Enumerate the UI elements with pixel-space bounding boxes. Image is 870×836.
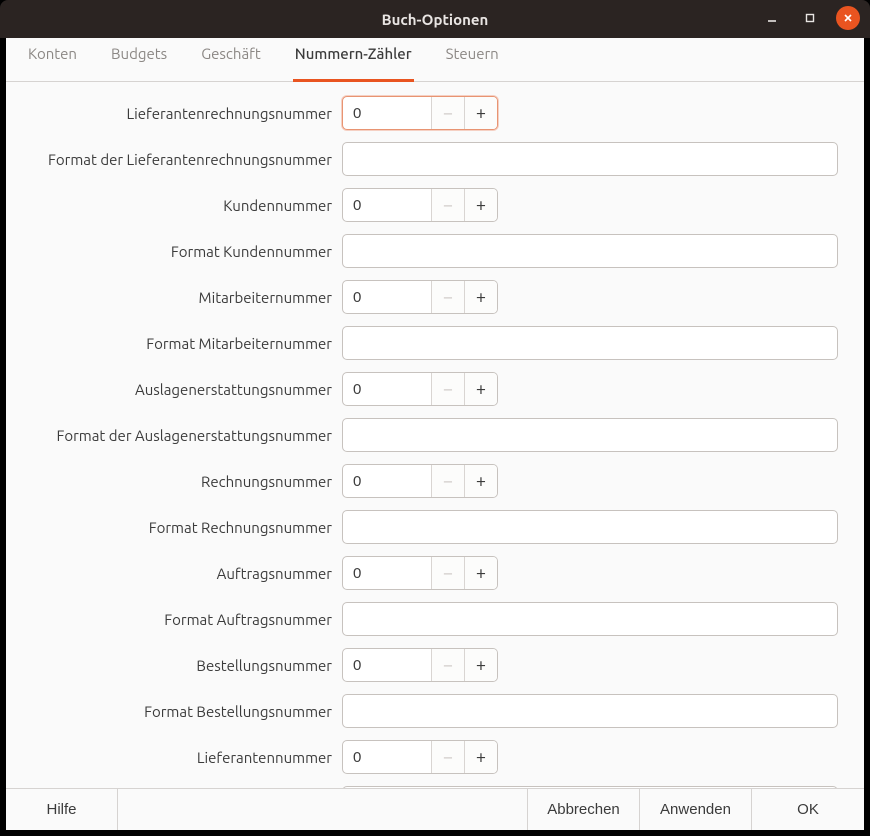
invoice_number-input[interactable]: [343, 465, 431, 497]
vendor_bill_number-increment-button[interactable]: +: [464, 97, 497, 129]
help-button[interactable]: Hilfe: [6, 789, 118, 830]
customer_number-increment-button[interactable]: +: [464, 189, 497, 221]
invoice_number_format-input[interactable]: [342, 510, 838, 544]
order_number-spinbox[interactable]: −+: [342, 648, 498, 682]
order_number-decrement-button[interactable]: −: [431, 649, 464, 681]
tab-content: Lieferantenrechnungsnummer−+Format der L…: [6, 82, 864, 788]
ok-button[interactable]: OK: [752, 789, 864, 830]
window-close-button[interactable]: [836, 6, 860, 30]
customer_number_format-label: Format Kundennummer: [32, 243, 332, 260]
dialog-window: Buch-Optionen Konten Budgets Geschäft Numme…: [0, 0, 870, 836]
window-maximize-button[interactable]: [798, 6, 822, 30]
client-area: Konten Budgets Geschäft Nummern-Zähler Steue…: [6, 38, 864, 830]
job_number_format-label: Format Auftragsnummer: [32, 611, 332, 628]
window-controls: [760, 6, 860, 30]
order_number_format-label: Format Bestellungsnummer: [32, 703, 332, 720]
customer_number-decrement-button[interactable]: −: [431, 189, 464, 221]
tab-zaehler[interactable]: Nummern-Zähler: [293, 39, 414, 82]
button-bar-spacer: [118, 789, 528, 830]
invoice_number-label: Rechnungsnummer: [32, 473, 332, 490]
vendor_bill_number-spinbox[interactable]: −+: [342, 96, 498, 130]
order_number-input[interactable]: [343, 649, 431, 681]
tab-budgets[interactable]: Budgets: [109, 39, 169, 82]
tab-steuern[interactable]: Steuern: [444, 39, 501, 82]
cancel-button[interactable]: Abbrechen: [528, 789, 640, 830]
window-title: Buch-Optionen: [382, 11, 489, 28]
order_number-increment-button[interactable]: +: [464, 649, 497, 681]
vendor_bill_number-decrement-button[interactable]: −: [431, 97, 464, 129]
vendor_number-input[interactable]: [343, 741, 431, 773]
vendor_bill_number_format-input[interactable]: [342, 142, 838, 176]
order_number-label: Bestellungsnummer: [32, 657, 332, 674]
expense_voucher_number-increment-button[interactable]: +: [464, 373, 497, 405]
job_number-label: Auftragsnummer: [32, 565, 332, 582]
tab-geschaeft[interactable]: Geschäft: [199, 39, 263, 82]
expense_voucher_number_format-input[interactable]: [342, 418, 838, 452]
customer_number-spinbox[interactable]: −+: [342, 188, 498, 222]
counter-form-grid: Lieferantenrechnungsnummer−+Format der L…: [32, 96, 838, 788]
vendor_bill_number_format-label: Format der Lieferantenrechnungsnummer: [32, 151, 332, 168]
expense_voucher_number_format-label: Format der Auslagenerstattungsnummer: [32, 427, 332, 444]
vendor_bill_number-input[interactable]: [343, 97, 431, 129]
employee_number-increment-button[interactable]: +: [464, 281, 497, 313]
expense_voucher_number-label: Auslagenerstattungsnummer: [32, 381, 332, 398]
vendor_number-decrement-button[interactable]: −: [431, 741, 464, 773]
customer_number-label: Kundennummer: [32, 197, 332, 214]
tab-bar: Konten Budgets Geschäft Nummern-Zähler Steue…: [6, 38, 864, 82]
invoice_number-spinbox[interactable]: −+: [342, 464, 498, 498]
employee_number_format-label: Format Mitarbeiternummer: [32, 335, 332, 352]
job_number-increment-button[interactable]: +: [464, 557, 497, 589]
vendor_number-increment-button[interactable]: +: [464, 741, 497, 773]
employee_number-spinbox[interactable]: −+: [342, 280, 498, 314]
employee_number-label: Mitarbeiternummer: [32, 289, 332, 306]
window-minimize-button[interactable]: [760, 6, 784, 30]
expense_voucher_number-spinbox[interactable]: −+: [342, 372, 498, 406]
apply-button[interactable]: Anwenden: [640, 789, 752, 830]
employee_number_format-input[interactable]: [342, 326, 838, 360]
expense_voucher_number-decrement-button[interactable]: −: [431, 373, 464, 405]
order_number_format-input[interactable]: [342, 694, 838, 728]
titlebar: Buch-Optionen: [0, 0, 870, 38]
job_number-input[interactable]: [343, 557, 431, 589]
customer_number_format-input[interactable]: [342, 234, 838, 268]
customer_number-input[interactable]: [343, 189, 431, 221]
job_number-spinbox[interactable]: −+: [342, 556, 498, 590]
employee_number-input[interactable]: [343, 281, 431, 313]
job_number-decrement-button[interactable]: −: [431, 557, 464, 589]
dialog-button-bar: Hilfe Abbrechen Anwenden OK: [6, 788, 864, 830]
invoice_number-decrement-button[interactable]: −: [431, 465, 464, 497]
vendor_bill_number-label: Lieferantenrechnungsnummer: [32, 105, 332, 122]
employee_number-decrement-button[interactable]: −: [431, 281, 464, 313]
expense_voucher_number-input[interactable]: [343, 373, 431, 405]
tab-konten[interactable]: Konten: [26, 39, 79, 82]
invoice_number-increment-button[interactable]: +: [464, 465, 497, 497]
invoice_number_format-label: Format Rechnungsnummer: [32, 519, 332, 536]
vendor_number-label: Lieferantennummer: [32, 749, 332, 766]
job_number_format-input[interactable]: [342, 602, 838, 636]
vendor_number-spinbox[interactable]: −+: [342, 740, 498, 774]
